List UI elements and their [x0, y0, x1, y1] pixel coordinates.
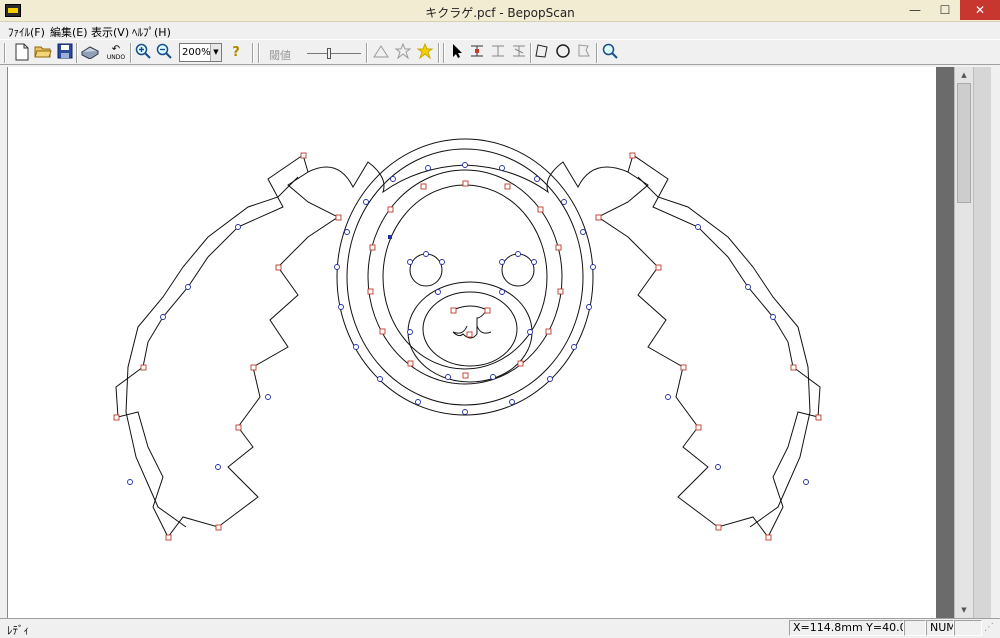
toolbar-separator	[443, 43, 445, 63]
menu-bar: ﾌｧｲﾙ(F) 編集(E) 表示(V) ﾍﾙﾌﾟ(H)	[0, 22, 1000, 39]
toolbar-separator	[130, 43, 132, 63]
freeform-icon[interactable]	[574, 43, 594, 63]
maximize-button[interactable]: ☐	[930, 0, 960, 20]
threshold-slider[interactable]	[307, 48, 361, 59]
open-folder-icon[interactable]	[33, 43, 53, 63]
help-icon[interactable]: ?	[226, 43, 246, 63]
scanner-icon[interactable]	[80, 43, 100, 63]
chevron-down-icon[interactable]: ▼	[210, 44, 221, 61]
toolbar: ↶ UNDO 200% ▼ ? 閾値	[0, 39, 1000, 65]
zoom-fit-icon[interactable]	[600, 43, 620, 63]
toolbar-grip	[4, 43, 6, 63]
menu-view[interactable]: 表示(V)	[91, 24, 129, 40]
star-icon[interactable]	[415, 42, 435, 63]
menu-help[interactable]: ﾍﾙﾌﾟ(H)	[132, 24, 171, 40]
zoom-select[interactable]: 200% ▼	[179, 43, 222, 62]
menu-edit[interactable]: 編集(E)	[50, 24, 88, 40]
vertical-scrollbar[interactable]: ▲ ▼	[936, 67, 991, 618]
toolbar-separator	[252, 43, 254, 63]
undo-label: UNDO	[106, 54, 126, 61]
scrollbar-track[interactable]	[936, 67, 954, 618]
point-add-icon[interactable]	[488, 43, 508, 63]
scrollbar-thumb[interactable]	[957, 83, 971, 203]
polygon-icon[interactable]	[532, 43, 552, 63]
star-outline-icon[interactable]	[393, 42, 413, 63]
selected-point[interactable]	[388, 235, 392, 239]
undo-button[interactable]: ↶ UNDO	[104, 43, 128, 63]
save-icon[interactable]	[55, 43, 75, 63]
toolbar-separator	[258, 43, 260, 63]
minimize-button[interactable]: —	[900, 0, 930, 20]
toolbar-separator	[438, 43, 440, 63]
status-bar: ﾚﾃﾞｨ X=114.8mm Y=40.0mm NUM ⋰	[0, 618, 1000, 637]
status-text: ﾚﾃﾞｨ	[7, 624, 29, 637]
scrollbar-column[interactable]: ▲ ▼	[954, 67, 974, 618]
toolbar-separator	[596, 43, 598, 63]
drawing-canvas[interactable]	[7, 67, 936, 618]
trace-icon[interactable]	[371, 43, 391, 63]
pointer-icon[interactable]	[447, 43, 467, 63]
title-bar: キクラゲ.pcf - BepopScan — ☐ ✕	[0, 0, 1000, 22]
scroll-up-icon[interactable]: ▲	[955, 69, 973, 81]
undo-icon: ↶	[111, 44, 121, 55]
window-title: キクラゲ.pcf - BepopScan	[425, 6, 575, 20]
toolbar-separator	[76, 43, 78, 63]
slider-track	[307, 53, 361, 54]
slider-thumb[interactable]	[327, 48, 331, 59]
resize-grip-icon[interactable]: ⋰	[984, 622, 994, 633]
toolbar-separator	[366, 43, 368, 63]
status-panel-blank	[904, 620, 926, 636]
circle-icon[interactable]	[553, 43, 573, 63]
threshold-label: 閾値	[269, 49, 291, 62]
menu-file[interactable]: ﾌｧｲﾙ(F)	[8, 24, 45, 40]
zoom-in-icon[interactable]	[133, 43, 153, 63]
scroll-down-icon[interactable]: ▼	[955, 604, 973, 616]
cursor-coordinates: X=114.8mm Y=40.0mm	[789, 620, 904, 636]
point-edit-icon[interactable]	[467, 43, 487, 63]
close-button[interactable]: ✕	[960, 0, 1000, 20]
point-delete-icon[interactable]	[509, 43, 529, 63]
zoom-value: 200%	[182, 47, 211, 58]
new-file-icon[interactable]	[12, 43, 32, 63]
vector-drawing	[113, 138, 822, 541]
num-lock-indicator: NUM	[926, 620, 954, 636]
zoom-out-icon[interactable]	[154, 43, 174, 63]
status-panel-end	[954, 620, 982, 636]
